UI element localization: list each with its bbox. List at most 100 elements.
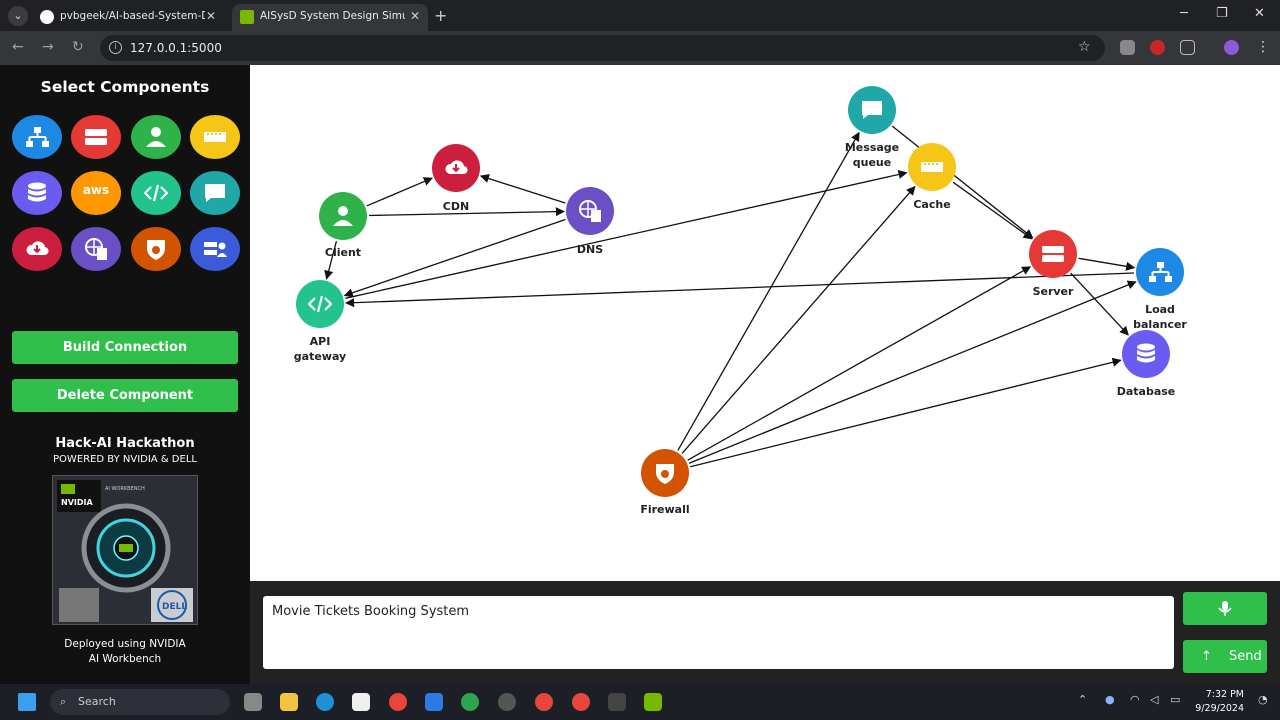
url-bar[interactable]: i 127.0.0.1:5000 xyxy=(100,35,1105,61)
tab-label: AISysD System Design Simulato xyxy=(260,10,405,22)
node-label-mq: Message queue xyxy=(844,141,900,169)
windows-start-icon[interactable] xyxy=(18,693,36,711)
edge-fw-cache xyxy=(681,185,916,454)
chrome-icon[interactable] xyxy=(389,693,407,711)
palette-cdn-button[interactable] xyxy=(12,227,62,271)
dns-icon xyxy=(579,200,601,222)
build-connection-button[interactable]: Build Connection xyxy=(12,331,238,364)
edge-fw-mq xyxy=(677,131,860,451)
node-server[interactable] xyxy=(1029,230,1077,278)
reload-icon[interactable]: ↻ xyxy=(72,39,84,55)
firewall-icon xyxy=(147,240,165,260)
node-lb[interactable] xyxy=(1136,248,1184,296)
restore-icon[interactable]: ❐ xyxy=(1216,6,1228,21)
microphone-icon xyxy=(1218,601,1232,616)
palette-dns-button[interactable] xyxy=(71,227,121,271)
palette-client-button[interactable] xyxy=(131,115,181,159)
cache-icon xyxy=(921,162,943,172)
bookmark-star-icon[interactable]: ☆ xyxy=(1078,39,1091,55)
prompt-input[interactable]: Movie Tickets Booking System xyxy=(263,596,1174,669)
app-icon[interactable] xyxy=(461,693,479,711)
tab-label: pvbgeek/AI-based-System-Des xyxy=(60,10,205,22)
cache-icon xyxy=(204,132,226,142)
tab-search-icon[interactable]: ⌄ xyxy=(8,6,28,26)
extension-icon[interactable] xyxy=(1120,40,1135,55)
api-gateway-icon xyxy=(144,184,168,202)
arrow-up-icon: ↑ xyxy=(1201,649,1212,664)
palette-cache-button[interactable] xyxy=(190,115,240,159)
node-dns[interactable] xyxy=(566,187,614,235)
taskbar-search[interactable]: ⌕ Search xyxy=(50,689,230,715)
node-label-server: Server xyxy=(1032,285,1074,298)
task-view-icon[interactable] xyxy=(244,693,262,711)
node-db[interactable] xyxy=(1122,330,1170,378)
node-api[interactable] xyxy=(296,280,344,328)
browser-tab[interactable]: pvbgeek/AI-based-System-Des ✕ xyxy=(32,4,224,31)
battery-icon[interactable]: ▭ xyxy=(1170,693,1180,706)
app-icon[interactable] xyxy=(498,693,516,711)
extensions-puzzle-icon[interactable] xyxy=(1180,40,1195,55)
node-mq[interactable] xyxy=(848,86,896,134)
menu-kebab-icon[interactable]: ⋮ xyxy=(1256,39,1270,55)
terminal-icon[interactable] xyxy=(608,693,626,711)
node-label-dns: DNS xyxy=(576,243,604,256)
client-icon xyxy=(146,127,166,147)
clock-date[interactable]: 9/29/2024 xyxy=(1195,703,1244,714)
nvidia-logo-text: NVIDIA xyxy=(61,498,93,507)
search-label: Search xyxy=(78,695,116,708)
browser-tab-active[interactable]: AISysD System Design Simulato ✕ xyxy=(232,4,428,31)
node-cdn[interactable] xyxy=(432,144,480,192)
node-cache[interactable] xyxy=(908,143,956,191)
vscode-icon[interactable] xyxy=(425,693,443,711)
edge-icon[interactable] xyxy=(316,693,334,711)
palette-database-button[interactable] xyxy=(12,171,62,215)
chat-bar: Movie Tickets Booking System ↑ Send xyxy=(250,581,1280,684)
component-sidebar: Select Components aws Build Connection D… xyxy=(0,65,250,684)
wifi-icon[interactable]: ◠ xyxy=(1130,693,1140,706)
browser-tab-strip: ⌄ pvbgeek/AI-based-System-Des ✕ AISysD S… xyxy=(0,0,1280,31)
file-explorer-icon[interactable] xyxy=(280,693,298,711)
back-icon[interactable]: ← xyxy=(12,39,24,55)
microphone-tray-icon[interactable]: ● xyxy=(1105,693,1115,706)
palette-server-button[interactable] xyxy=(71,115,121,159)
node-fw[interactable] xyxy=(641,449,689,497)
nvidia-workbench-icon[interactable] xyxy=(644,693,662,711)
close-tab-icon[interactable]: ✕ xyxy=(410,4,420,29)
forward-icon[interactable]: → xyxy=(42,39,54,55)
cdn-icon xyxy=(26,241,49,256)
tray-chevron-icon[interactable]: ⌃ xyxy=(1078,693,1087,706)
node-client[interactable] xyxy=(319,192,367,240)
aws-logo-text: aws xyxy=(82,183,110,197)
server-icon xyxy=(85,129,107,145)
palette-aws-button[interactable]: aws xyxy=(71,171,121,215)
volume-icon[interactable]: ◁ xyxy=(1150,693,1158,706)
microphone-button[interactable] xyxy=(1183,592,1267,625)
diagram-canvas[interactable]: Client CDN DNS API gateway Message queue Cach… xyxy=(250,65,1280,581)
palette-firewall-button[interactable] xyxy=(131,227,181,271)
chrome-profile-icon[interactable] xyxy=(535,693,553,711)
minimize-icon[interactable]: ─ xyxy=(1180,6,1188,21)
send-button[interactable]: ↑ Send xyxy=(1183,640,1267,673)
chrome-profile-icon[interactable] xyxy=(572,693,590,711)
url-text: 127.0.0.1:5000 xyxy=(130,41,222,55)
dns-icon xyxy=(85,238,107,260)
send-label: Send xyxy=(1229,649,1262,664)
palette-users-button[interactable] xyxy=(190,227,240,271)
profile-avatar[interactable] xyxy=(1224,40,1239,55)
close-tab-icon[interactable]: ✕ xyxy=(206,4,216,29)
address-toolbar: ← → ↻ i 127.0.0.1:5000 ☆ ⋮ xyxy=(0,31,1280,65)
notification-bell-icon[interactable]: ◔ xyxy=(1258,693,1268,706)
deployed-line-1: Deployed using NVIDIA xyxy=(64,638,186,650)
delete-component-button[interactable]: Delete Component xyxy=(12,379,238,412)
store-icon[interactable] xyxy=(352,693,370,711)
new-tab-icon[interactable]: + xyxy=(434,6,447,25)
palette-message-queue-button[interactable] xyxy=(190,171,240,215)
palette-api-gateway-button[interactable] xyxy=(131,171,181,215)
clock-time[interactable]: 7:32 PM xyxy=(1206,689,1244,700)
extension-icon[interactable] xyxy=(1150,40,1165,55)
close-window-icon[interactable]: ✕ xyxy=(1254,6,1265,21)
palette-load-balancer-button[interactable] xyxy=(12,115,62,159)
edge-server-lb xyxy=(1078,257,1136,271)
site-info-icon[interactable]: i xyxy=(109,41,122,54)
node-label-api: API gateway xyxy=(293,335,347,363)
